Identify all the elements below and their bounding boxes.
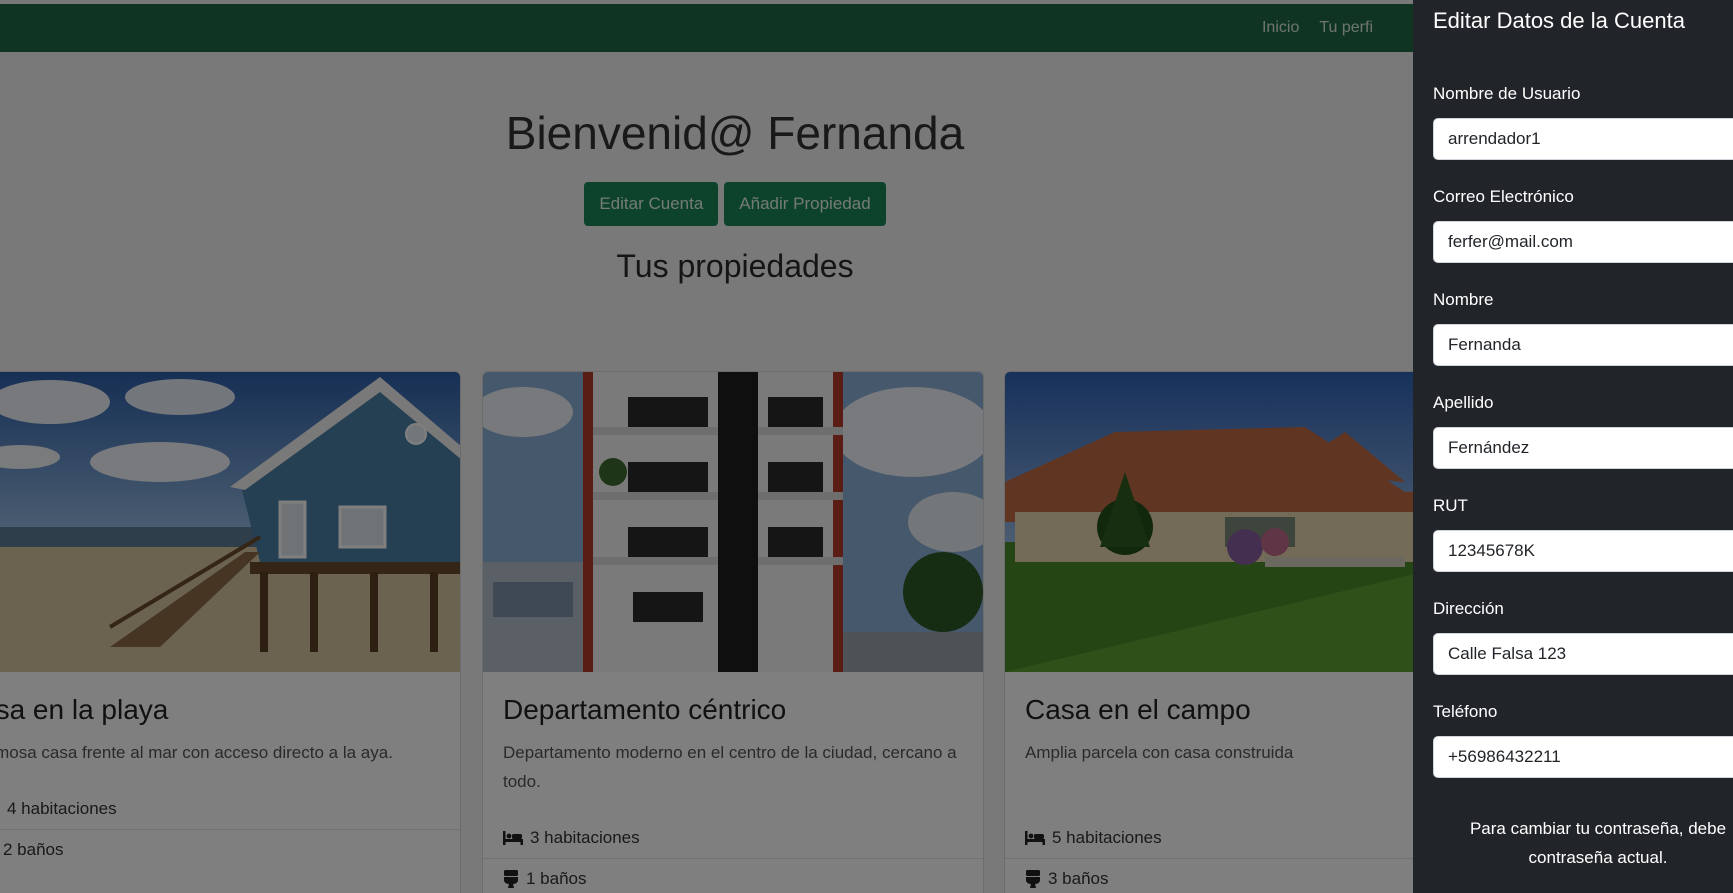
first-name-label: Nombre [1433, 290, 1494, 309]
email-input[interactable] [1433, 221, 1733, 263]
last-name-group: Apellido [1433, 393, 1733, 469]
phone-group: Teléfono [1433, 702, 1733, 778]
rut-label: RUT [1433, 496, 1468, 515]
address-group: Dirección [1433, 599, 1733, 675]
password-help-text: Para cambiar tu contraseña, debe contras… [1469, 819, 1727, 867]
phone-input[interactable] [1433, 736, 1733, 778]
edit-account-panel: Editar Datos de la Cuenta Nombre de Usua… [1413, 0, 1733, 893]
phone-label: Teléfono [1433, 702, 1498, 721]
rut-group: RUT [1433, 496, 1733, 572]
email-group: Correo Electrónico [1433, 187, 1733, 263]
last-name-input[interactable] [1433, 427, 1733, 469]
first-name-input[interactable] [1433, 324, 1733, 366]
email-label: Correo Electrónico [1433, 187, 1574, 206]
username-group: Nombre de Usuario [1433, 84, 1733, 160]
panel-title: Editar Datos de la Cuenta [1433, 8, 1685, 33]
rut-input[interactable] [1433, 530, 1733, 572]
address-input[interactable] [1433, 633, 1733, 675]
last-name-label: Apellido [1433, 393, 1494, 412]
username-label: Nombre de Usuario [1433, 84, 1581, 103]
first-name-group: Nombre [1433, 290, 1733, 366]
address-label: Dirección [1433, 599, 1504, 618]
username-input[interactable] [1433, 118, 1733, 160]
